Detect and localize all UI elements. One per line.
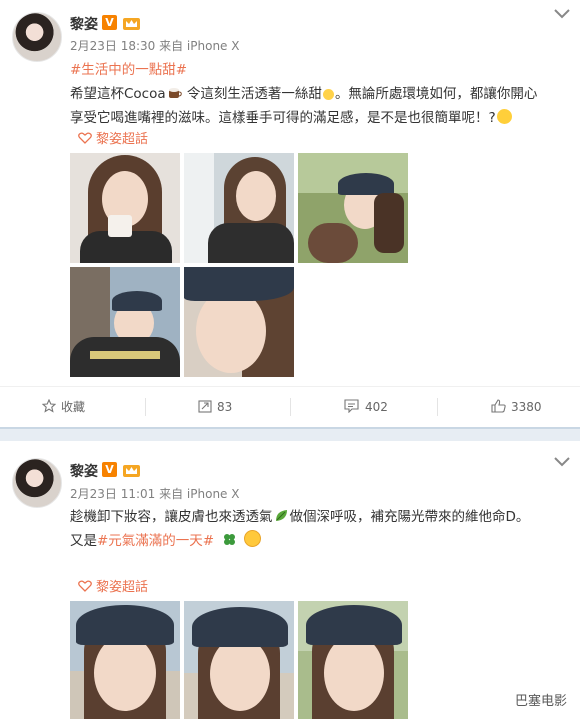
text-segment: 令這刻生活透著一絲甜 [182, 86, 322, 102]
comment-count: 402 [365, 400, 388, 414]
weibo-post-1: 黎姿 V 2月23日 18:30 来自 iPhone X #生活中的一點甜# 希… [0, 0, 580, 427]
username[interactable]: 黎姿 [70, 461, 98, 481]
repost-count: 83 [217, 400, 233, 414]
post-photo-4[interactable] [70, 267, 180, 377]
avatar[interactable] [12, 12, 62, 62]
divider [437, 398, 438, 416]
crown-icon [123, 465, 140, 477]
divider [290, 398, 291, 416]
verified-badge-icon: V [102, 15, 117, 30]
super-topic-link[interactable]: 黎姿超話 [78, 576, 148, 595]
leaf-emoji-icon [275, 510, 287, 521]
crown-icon [123, 18, 140, 30]
star-icon [41, 398, 57, 413]
hashtag-link[interactable]: #生活中的一點甜# [70, 62, 187, 78]
post-photo-5[interactable] [184, 267, 294, 377]
super-topic-label: 黎姿超話 [96, 132, 149, 147]
username[interactable]: 黎姿 [70, 14, 98, 34]
chevron-down-icon[interactable] [553, 456, 571, 468]
text-segment: 希望這杯Cocoa [70, 86, 166, 102]
post-meta: 2月23日 11:01 来自 iPhone X [70, 487, 240, 501]
clover-emoji-icon [224, 534, 236, 545]
post-photo-3[interactable] [298, 153, 408, 263]
like-icon [491, 399, 506, 413]
post-photo-2[interactable] [184, 153, 294, 263]
repost-button[interactable]: 83 [198, 387, 232, 427]
smile-emoji-icon [322, 89, 334, 100]
post-photo-1[interactable] [70, 153, 180, 263]
verified-badge-icon: V [102, 462, 117, 477]
like-count: 3380 [511, 400, 542, 414]
divider [145, 398, 146, 416]
action-bar: 收藏 83 402 3380 [0, 386, 580, 427]
comment-button[interactable]: 402 [344, 387, 388, 427]
post-photo-3[interactable] [298, 601, 408, 719]
watermark: 巴塞电影 [511, 689, 570, 710]
super-topic-link[interactable]: 黎姿超話 [78, 128, 148, 147]
post-text: 趁機卸下妝容，讓皮膚也來透透氣 做個深呼吸，補充陽光帶來的維他命D。又是#元氣滿滿… [70, 505, 540, 553]
super-topic-icon [78, 580, 92, 592]
heart-eyes-emoji-icon [243, 530, 261, 547]
post-photo-2[interactable] [184, 601, 294, 719]
super-topic-icon [78, 132, 92, 144]
text-segment: 趁機卸下妝容，讓皮膚也來透透氣 [70, 509, 273, 525]
favorite-label: 收藏 [61, 400, 86, 414]
post-separator [0, 427, 580, 441]
super-topic-label: 黎姿超話 [96, 580, 149, 595]
post-photo-1[interactable] [70, 601, 180, 719]
hashtag-link[interactable]: #元氣滿滿的一天# [97, 533, 214, 549]
like-button[interactable]: 3380 [491, 387, 542, 427]
post-meta: 2月23日 18:30 来自 iPhone X [70, 39, 240, 53]
weibo-post-2: 黎姿 V 2月23日 11:01 来自 iPhone X 趁機卸下妝容，讓皮膚也… [0, 441, 580, 719]
comment-icon [344, 399, 359, 414]
chevron-down-icon[interactable] [553, 8, 571, 20]
favorite-button[interactable]: 收藏 [41, 387, 86, 427]
avatar[interactable] [12, 458, 62, 508]
repost-icon [198, 400, 212, 413]
cocoa-cup-icon [168, 88, 182, 98]
smile-emoji-icon [496, 109, 512, 124]
post-text: #生活中的一點甜# 希望這杯Cocoa 令這刻生活透著一絲甜 。無論所處環境如何，… [70, 58, 540, 130]
